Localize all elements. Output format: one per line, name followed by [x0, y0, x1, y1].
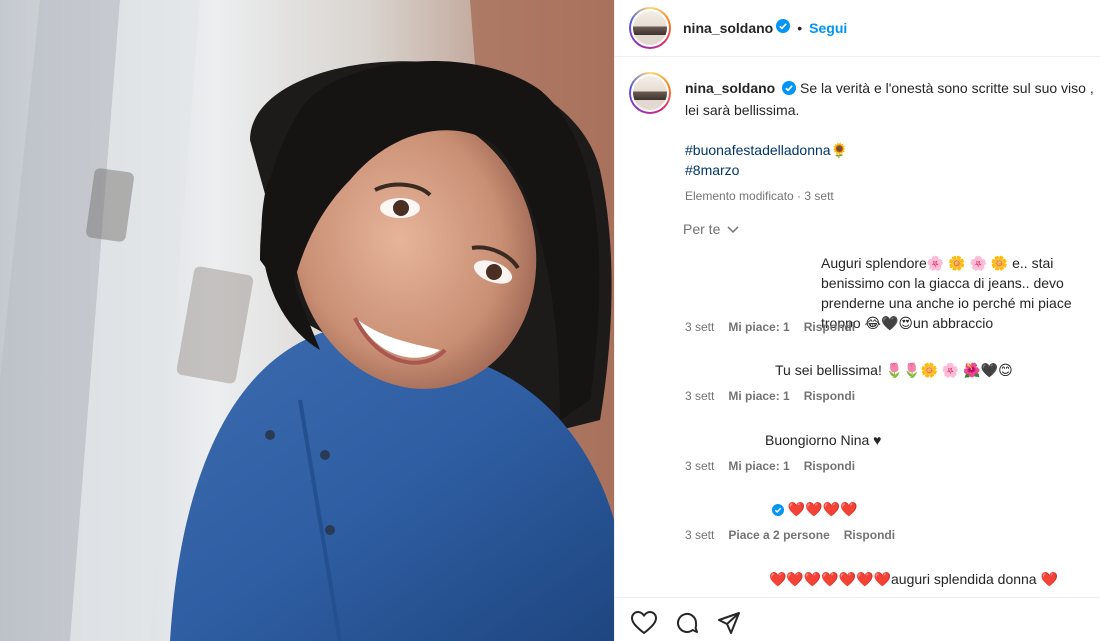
comment-meta: 3 sett Mi piace: 1 Rispondi — [685, 389, 869, 403]
comment-age[interactable]: 3 sett — [685, 389, 714, 403]
comment-item: Tu sei bellissima! 🌷🌷🌼 🌸 🌺🖤😊 — [685, 360, 1099, 380]
reply-button[interactable]: Rispondi — [844, 528, 895, 542]
header-username[interactable]: nina_soldano — [683, 20, 773, 36]
comment-likes[interactable]: Mi piace: 1 — [728, 389, 789, 403]
comment-age[interactable]: 3 sett — [685, 320, 714, 334]
send-icon[interactable] — [717, 611, 741, 640]
comment-likes[interactable]: Piace a 2 persone — [728, 528, 829, 542]
edited-timestamp: Elemento modificato · 3 sett — [685, 189, 834, 203]
comment-age[interactable]: 3 sett — [685, 459, 714, 473]
post-side-panel: nina_soldano • Segui nina_soldano Se la … — [614, 0, 1100, 641]
hashtag-link[interactable]: #8marzo — [685, 160, 1099, 180]
post-actions-bar — [615, 597, 1100, 641]
separator-dot: • — [797, 20, 803, 36]
avatar[interactable] — [629, 7, 671, 49]
reply-button[interactable]: Rispondi — [804, 459, 855, 473]
comment-item: ❤️❤️❤️❤️ — [685, 499, 1099, 521]
comment-item: ❤️❤️❤️❤️❤️❤️❤️auguri splendida donna ❤️ — [685, 569, 1099, 589]
reply-button[interactable]: Rispondi — [804, 389, 855, 403]
comment-text: ❤️❤️❤️❤️ — [787, 501, 858, 517]
verified-badge-icon — [782, 80, 797, 100]
reply-button[interactable]: Rispondi — [804, 320, 855, 334]
caption-username[interactable]: nina_soldano — [685, 80, 775, 96]
comment-meta: 3 sett Piace a 2 persone Rispondi — [685, 528, 909, 542]
follow-button[interactable]: Segui — [809, 20, 847, 36]
comment-sort-dropdown[interactable]: Per te — [683, 221, 739, 237]
comment-meta: 3 sett Mi piace: 1 Rispondi — [685, 320, 869, 334]
comment-likes[interactable]: Mi piace: 1 — [728, 320, 789, 334]
post-photo — [0, 0, 614, 641]
comment-text: Tu sei bellissima! 🌷🌷🌼 🌸 🌺🖤😊 — [775, 362, 1013, 378]
hashtag-link[interactable]: #buonafestadelladonna🌻 — [685, 140, 1099, 160]
post-header: nina_soldano • Segui — [615, 0, 1100, 57]
heart-icon[interactable] — [630, 610, 658, 640]
sort-label: Per te — [683, 221, 721, 237]
comment-meta: 3 sett Mi piace: 1 Rispondi — [685, 459, 869, 473]
comment-text: Buongiorno Nina ♥ — [765, 432, 882, 448]
comment-text: ❤️❤️❤️❤️❤️❤️❤️auguri splendida donna ❤️ — [769, 571, 1058, 587]
chevron-down-icon — [724, 221, 739, 237]
comment-icon[interactable] — [675, 611, 699, 640]
comment-item: Buongiorno Nina ♥ — [685, 430, 1099, 450]
caption-avatar[interactable] — [629, 72, 671, 114]
comment-age[interactable]: 3 sett — [685, 528, 714, 542]
verified-badge-icon — [772, 501, 784, 521]
verified-badge-icon — [776, 18, 791, 38]
comment-likes[interactable]: Mi piace: 1 — [728, 459, 789, 473]
